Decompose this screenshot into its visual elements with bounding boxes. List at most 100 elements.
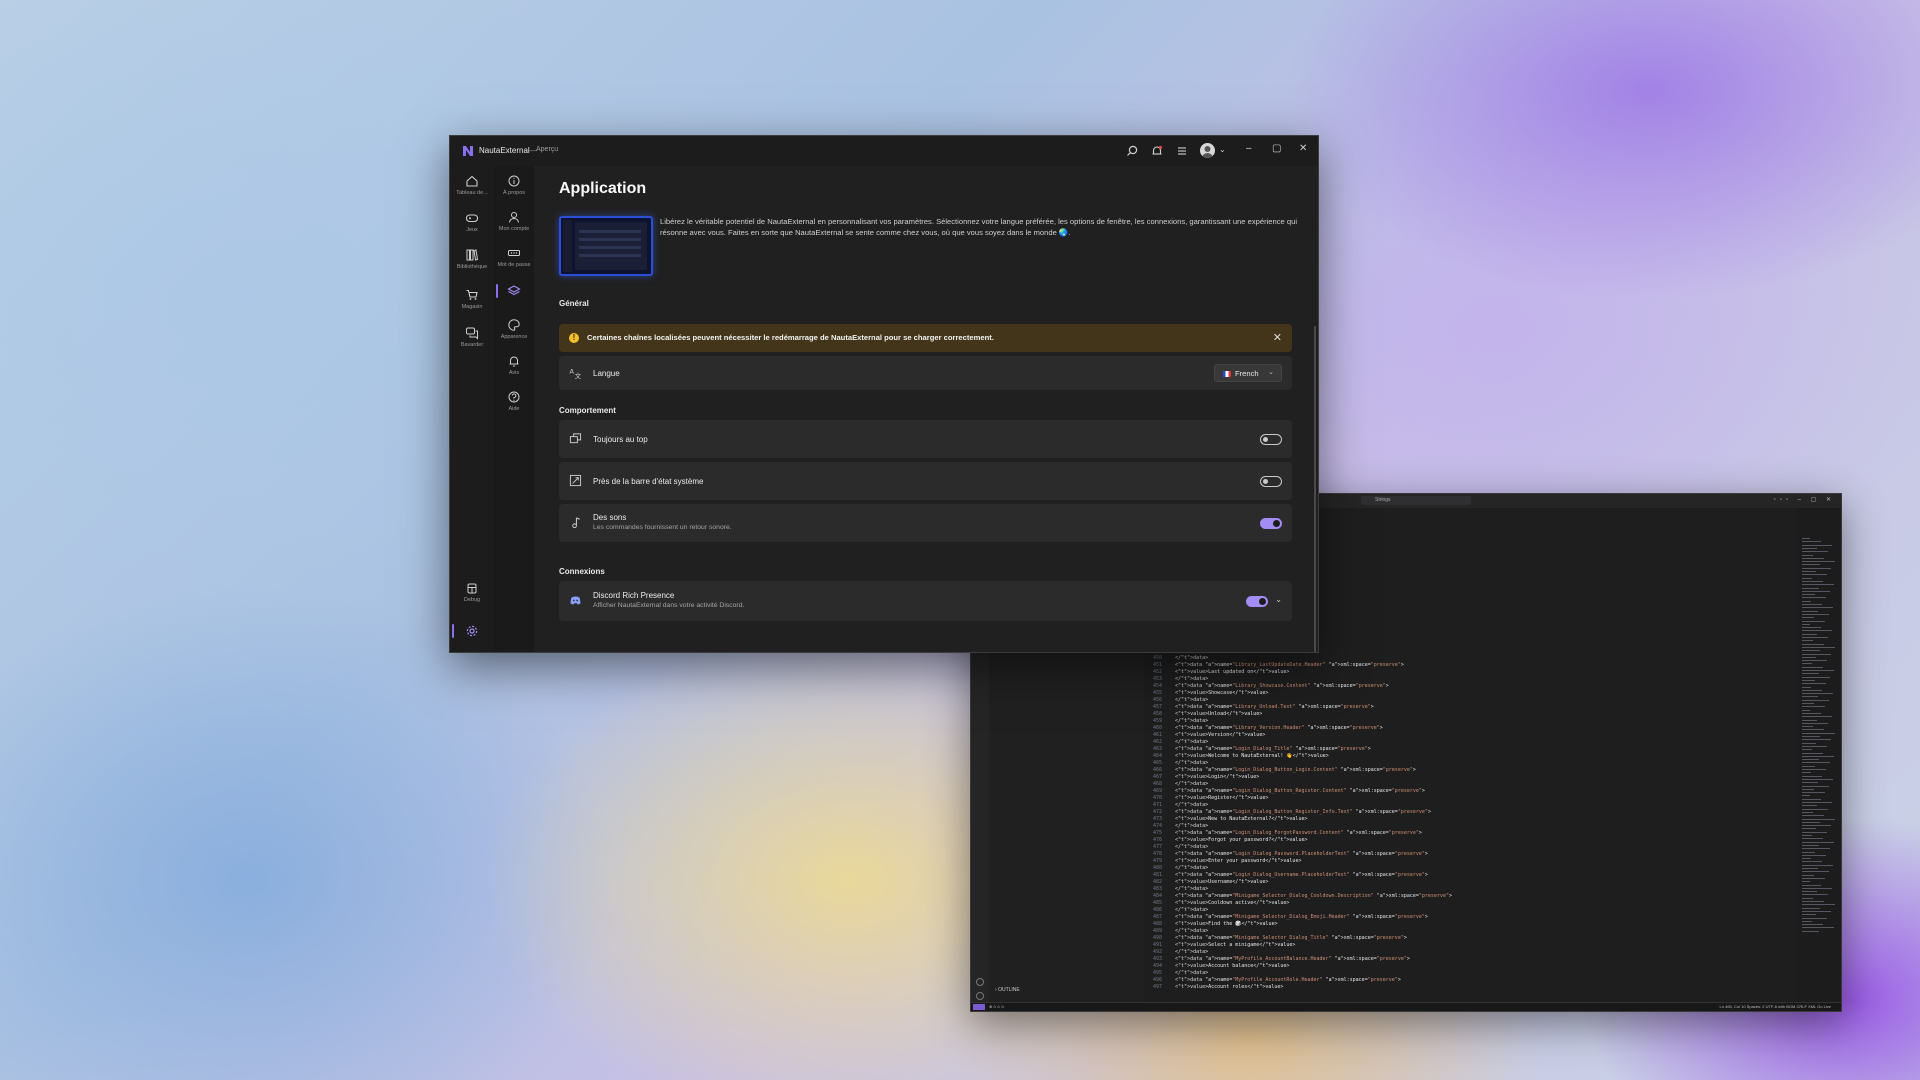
code-line[interactable]: 474 </"t">data>	[1144, 823, 1208, 830]
sounds-toggle[interactable]	[1260, 518, 1282, 529]
code-line[interactable]: 451 <"t">data "a">name="Library_LastUpda…	[1144, 662, 1404, 669]
code-line[interactable]: 490 <"t">data "a">name="Minigame_Selecto…	[1144, 935, 1407, 942]
line-number: 450	[1152, 655, 1162, 661]
window-stack-icon	[569, 433, 582, 444]
code-line[interactable]: 472 <"t">data "a">name="Login_Dialog_But…	[1144, 809, 1431, 816]
subnav-item-notifications[interactable]: Avis	[494, 354, 534, 376]
subnav-item-about[interactable]: À propos	[494, 174, 534, 196]
code-line[interactable]: 473 <"t">value>New to NautaExternal?</"t…	[1144, 816, 1308, 823]
code-line[interactable]: 486 </"t">data>	[1144, 907, 1208, 914]
code-line[interactable]: 494 <"t">value>Account balance</"t">valu…	[1144, 963, 1289, 970]
minimap-line	[1802, 623, 1810, 625]
code-line[interactable]: 475 <"t">data "a">name="Login_Dialog_For…	[1144, 830, 1422, 837]
code-line[interactable]: 485 <"t">value>Cooldown active</"t">valu…	[1144, 900, 1289, 907]
nav-item-library[interactable]: Bibliothèque	[450, 248, 494, 270]
code-line[interactable]: 483 </"t">data>	[1144, 886, 1208, 893]
code-line[interactable]: 469 <"t">data "a">name="Login_Dialog_But…	[1144, 788, 1425, 795]
code-line[interactable]: 489 </"t">data>	[1144, 928, 1208, 935]
system-tray-toggle[interactable]	[1260, 476, 1282, 487]
code-line[interactable]: 484 <"t">data "a">name="Minigame_Selecto…	[1144, 893, 1452, 900]
code-line[interactable]: 466 <"t">data "a">name="Login_Dialog_But…	[1144, 767, 1416, 774]
discord-rpc-card[interactable]: Discord Rich Presence Afficher NautaExte…	[559, 581, 1292, 621]
code-line[interactable]: 480 </"t">data>	[1144, 865, 1208, 872]
code-line[interactable]: 488 <"t">value>Find the 🎲</"t">value>	[1144, 921, 1278, 928]
preview-row	[579, 238, 641, 241]
code-line[interactable]: 491 <"t">value>Select a minigame</"t">va…	[1144, 942, 1295, 949]
code-line[interactable]: 476 <"t">value>Forgot your password?</"t…	[1144, 837, 1308, 844]
close-button[interactable]: ✕	[1299, 143, 1307, 154]
minimap-line	[1802, 802, 1832, 803]
code-line[interactable]: 450 </"t">data>	[1144, 655, 1208, 662]
account-icon[interactable]	[976, 978, 984, 986]
manage-gear-icon[interactable]	[976, 992, 984, 1000]
code-line[interactable]: 453 </"t">data>	[1144, 676, 1208, 683]
code-line[interactable]: 458 <"t">value>Unload</"t">value>	[1144, 711, 1262, 718]
code-line[interactable]: 492 </"t">data>	[1144, 949, 1208, 956]
line-text: <"t">value>Enter your password</"t">valu…	[1172, 858, 1302, 864]
minimap-line	[1802, 643, 1824, 645]
always-on-top-toggle[interactable]	[1260, 434, 1282, 445]
minimap-line	[1802, 891, 1817, 893]
code-line[interactable]: 462 </"t">data>	[1144, 739, 1208, 746]
outline-section[interactable]: › OUTLINE	[995, 987, 1020, 993]
maximize-button[interactable]: ▢	[1272, 143, 1281, 154]
nav-item-debug[interactable]: Debug	[450, 581, 494, 603]
code-line[interactable]: 465 </"t">data>	[1144, 760, 1208, 767]
nav-item-games[interactable]: Jeux	[450, 211, 494, 233]
notification-bell-icon[interactable]	[1150, 144, 1164, 158]
remote-indicator[interactable]	[973, 1004, 985, 1010]
code-line[interactable]: 460 <"t">data "a">name="Library_Version.…	[1144, 725, 1383, 732]
avatar[interactable]	[1200, 143, 1215, 158]
line-number: 493	[1152, 956, 1162, 962]
content-scrollbar[interactable]	[1314, 326, 1316, 652]
editor-minimap[interactable]	[1796, 508, 1841, 1003]
code-line[interactable]: 455 <"t">value>Showcase</"t">value>	[1144, 690, 1268, 697]
editor-window-controls[interactable]: ▫▫▫ – ▢ ✕	[1774, 496, 1835, 503]
code-line[interactable]: 479 <"t">value>Enter your password</"t">…	[1144, 858, 1302, 865]
code-line[interactable]: 482 <"t">value>Username</"t">value>	[1144, 879, 1268, 886]
subnav-item-account[interactable]: Mon compte	[494, 210, 534, 232]
code-line[interactable]: 459 </"t">data>	[1144, 718, 1208, 725]
minimap-line	[1802, 699, 1829, 701]
nav-item-dashboard[interactable]: Tableau de...	[450, 174, 494, 196]
chevron-down-icon[interactable]: ⌄	[1275, 595, 1282, 604]
code-line[interactable]: 477 </"t">data>	[1144, 844, 1208, 851]
nav-item-store[interactable]: Magasin	[450, 288, 494, 310]
nav-item-chat[interactable]: Bavarder	[450, 326, 494, 348]
code-line[interactable]: 464 <"t">value>Welcome to NautaExternal!…	[1144, 753, 1329, 760]
minimap-line	[1802, 877, 1825, 879]
search-icon[interactable]	[1125, 144, 1139, 158]
editor-search-box[interactable]: Strings	[1361, 496, 1471, 505]
code-line[interactable]: 452 <"t">value>Last updated on</"t">valu…	[1144, 669, 1289, 676]
menu-icon[interactable]	[1175, 144, 1189, 158]
subnav-item-appearance[interactable]: Apparence	[494, 318, 534, 340]
code-line[interactable]: 461 <"t">value>Version</"t">value>	[1144, 732, 1265, 739]
language-dropdown[interactable]: French ⌄	[1214, 364, 1282, 382]
code-line[interactable]: 467 <"t">value>Login</"t">value>	[1144, 774, 1259, 781]
minimize-button[interactable]: –	[1246, 143, 1252, 154]
chevron-down-icon[interactable]: ⌄	[1219, 145, 1226, 154]
nav-item-settings[interactable]	[450, 624, 494, 638]
subnav-item-help[interactable]: Aide	[494, 390, 534, 412]
code-line[interactable]: 495 </"t">data>	[1144, 970, 1208, 977]
minimap-line	[1802, 815, 1824, 817]
code-line[interactable]: 481 <"t">data "a">name="Login_Dialog_Use…	[1144, 872, 1428, 879]
code-line[interactable]: 456 </"t">data>	[1144, 697, 1208, 704]
minimap-line	[1802, 640, 1813, 642]
code-line[interactable]: 468 </"t">data>	[1144, 781, 1208, 788]
code-line[interactable]: 478 <"t">data "a">name="Login_Dialog_Pas…	[1144, 851, 1428, 858]
code-line[interactable]: 463 <"t">data "a">name="Login_Dialog_Tit…	[1144, 746, 1371, 753]
close-icon[interactable]: ✕	[1273, 331, 1282, 344]
discord-toggle[interactable]	[1246, 596, 1268, 607]
code-line[interactable]: 471 </"t">data>	[1144, 802, 1208, 809]
code-line[interactable]: 493 <"t">data "a">name="MyProfile_Accoun…	[1144, 956, 1410, 963]
code-line[interactable]: 497 <"t">value>Account roles</"t">value>	[1144, 984, 1283, 991]
subnav-item-password[interactable]: Mot de passe	[494, 246, 534, 268]
code-line[interactable]: 454 <"t">data "a">name="Library_Showcase…	[1144, 683, 1389, 690]
code-line[interactable]: 457 <"t">data "a">name="Library_Unload.T…	[1144, 704, 1374, 711]
code-line[interactable]: 496 <"t">data "a">name="MyProfile_Accoun…	[1144, 977, 1401, 984]
line-number: 454	[1152, 683, 1162, 689]
code-line[interactable]: 470 <"t">value>Register</"t">value>	[1144, 795, 1268, 802]
subnav-item-application[interactable]	[494, 284, 534, 298]
code-line[interactable]: 487 <"t">data "a">name="Minigame_Selecto…	[1144, 914, 1428, 921]
